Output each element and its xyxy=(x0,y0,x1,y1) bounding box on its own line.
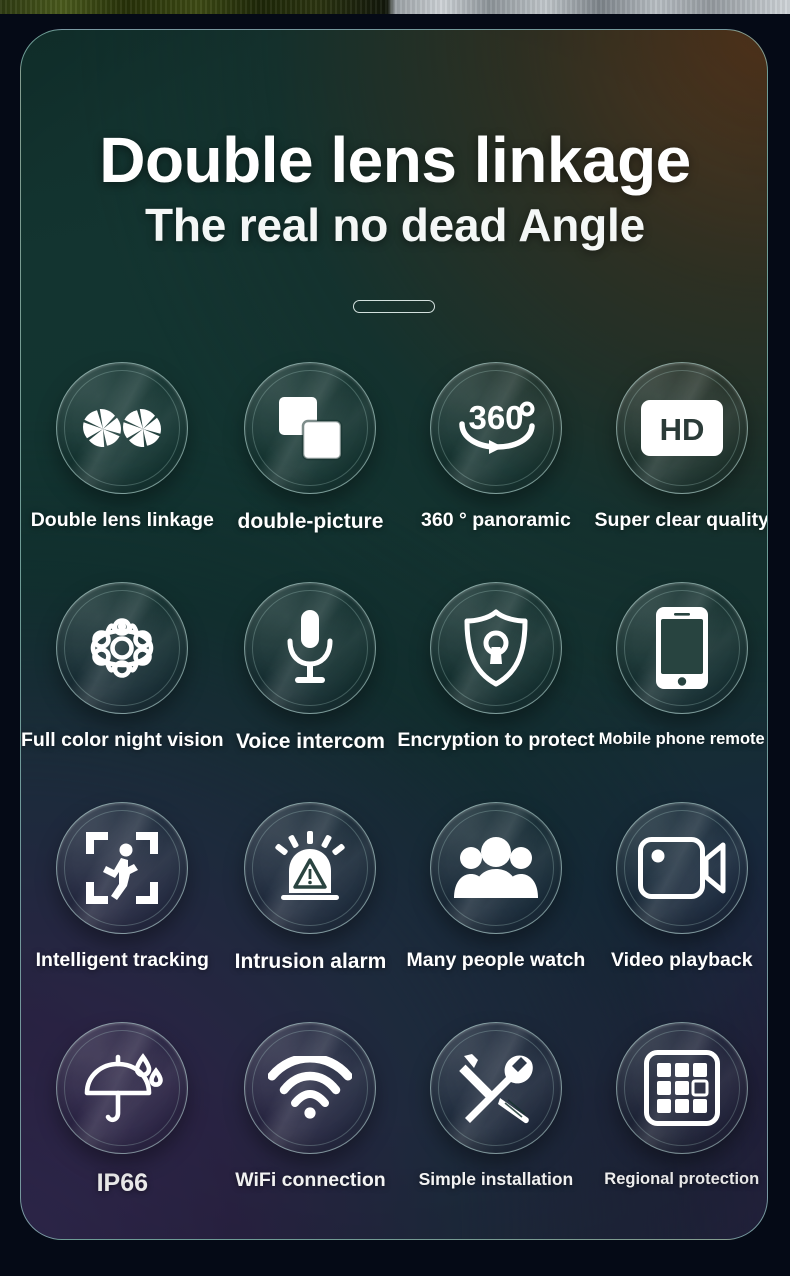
feature-item-intelligent-tracking[interactable]: Intelligent tracking xyxy=(21,802,224,1022)
feature-label: Many people watch xyxy=(406,949,586,971)
motion-tracking-icon xyxy=(56,802,189,934)
feature-item-simple-installation[interactable]: Simple installation xyxy=(397,1022,594,1239)
page-title: Double lens linkage xyxy=(99,124,691,196)
feature-grid: Double lens linkage double-picture 360 3… xyxy=(21,362,768,1239)
feature-item-wifi-connection[interactable]: WiFi connection xyxy=(224,1022,398,1239)
feature-label: Double lens linkage xyxy=(30,509,214,531)
feature-label: 360 ° panoramic xyxy=(421,509,571,531)
feature-label: Video playback xyxy=(610,949,753,971)
top-photo-strip xyxy=(0,0,790,14)
feature-label: Intelligent tracking xyxy=(35,949,209,971)
people-group-icon xyxy=(429,802,562,934)
feature-label: Voice intercom xyxy=(235,730,385,753)
feature-card: Double lens linkage The real no dead Ang… xyxy=(20,29,768,1240)
feature-item-video-playback[interactable]: Video playback xyxy=(595,802,767,1022)
hd-badge-icon: HD xyxy=(615,362,748,494)
feature-item-intrusion-alarm[interactable]: Intrusion alarm xyxy=(224,802,398,1022)
360-panoramic-icon: 360 xyxy=(429,362,562,494)
hd-badge-text: HD xyxy=(659,412,704,447)
page-subtitle: The real no dead Angle xyxy=(145,199,645,252)
grid-zones-icon xyxy=(615,1022,748,1154)
feature-label: double-picture xyxy=(237,510,384,533)
feature-label: Encryption to protect xyxy=(397,729,595,751)
siren-alarm-icon xyxy=(244,802,377,934)
header-block: Double lens linkage The real no dead Ang… xyxy=(21,124,767,252)
feature-label: Mobile phone remote xyxy=(598,730,765,748)
feature-item-many-people-watch[interactable]: Many people watch xyxy=(397,802,594,1022)
feature-item-double-picture[interactable]: double-picture xyxy=(224,362,398,582)
wifi-icon xyxy=(244,1022,377,1154)
picture-in-picture-icon xyxy=(244,362,377,494)
feature-label: Full color night vision xyxy=(21,729,224,751)
mobile-phone-icon xyxy=(615,582,748,714)
feature-item-night-vision[interactable]: Full color night vision xyxy=(21,582,224,802)
feature-item-encryption[interactable]: Encryption to protect xyxy=(397,582,595,802)
shield-lock-icon xyxy=(429,582,562,714)
feature-label: IP66 xyxy=(96,1169,149,1197)
feature-item-regional-protection[interactable]: Regional protection xyxy=(595,1022,767,1239)
feature-item-ip66[interactable]: IP66 xyxy=(21,1022,224,1239)
night-vision-icon xyxy=(56,582,189,714)
feature-item-voice-intercom[interactable]: Voice intercom xyxy=(224,582,398,802)
microphone-icon xyxy=(244,582,377,714)
tools-icon xyxy=(429,1022,562,1154)
divider-pill xyxy=(353,300,435,313)
dual-aperture-icon xyxy=(56,362,189,494)
feature-label: Simple installation xyxy=(418,1169,574,1189)
svg-text:360: 360 xyxy=(468,399,523,436)
feature-item-double-lens-linkage[interactable]: Double lens linkage xyxy=(21,362,224,582)
feature-label: Super clear quality xyxy=(594,509,768,531)
feature-item-360-panoramic[interactable]: 360 360 ° panoramic xyxy=(397,362,594,582)
umbrella-rain-icon xyxy=(56,1022,189,1154)
feature-label: Intrusion alarm xyxy=(234,950,387,973)
feature-item-super-clear-quality[interactable]: HD Super clear quality xyxy=(594,362,768,582)
feature-label: WiFi connection xyxy=(235,1169,386,1191)
video-camera-icon xyxy=(615,802,748,934)
feature-item-mobile-remote[interactable]: Mobile phone remote xyxy=(595,582,767,802)
feature-label: Regional protection xyxy=(604,1170,760,1188)
